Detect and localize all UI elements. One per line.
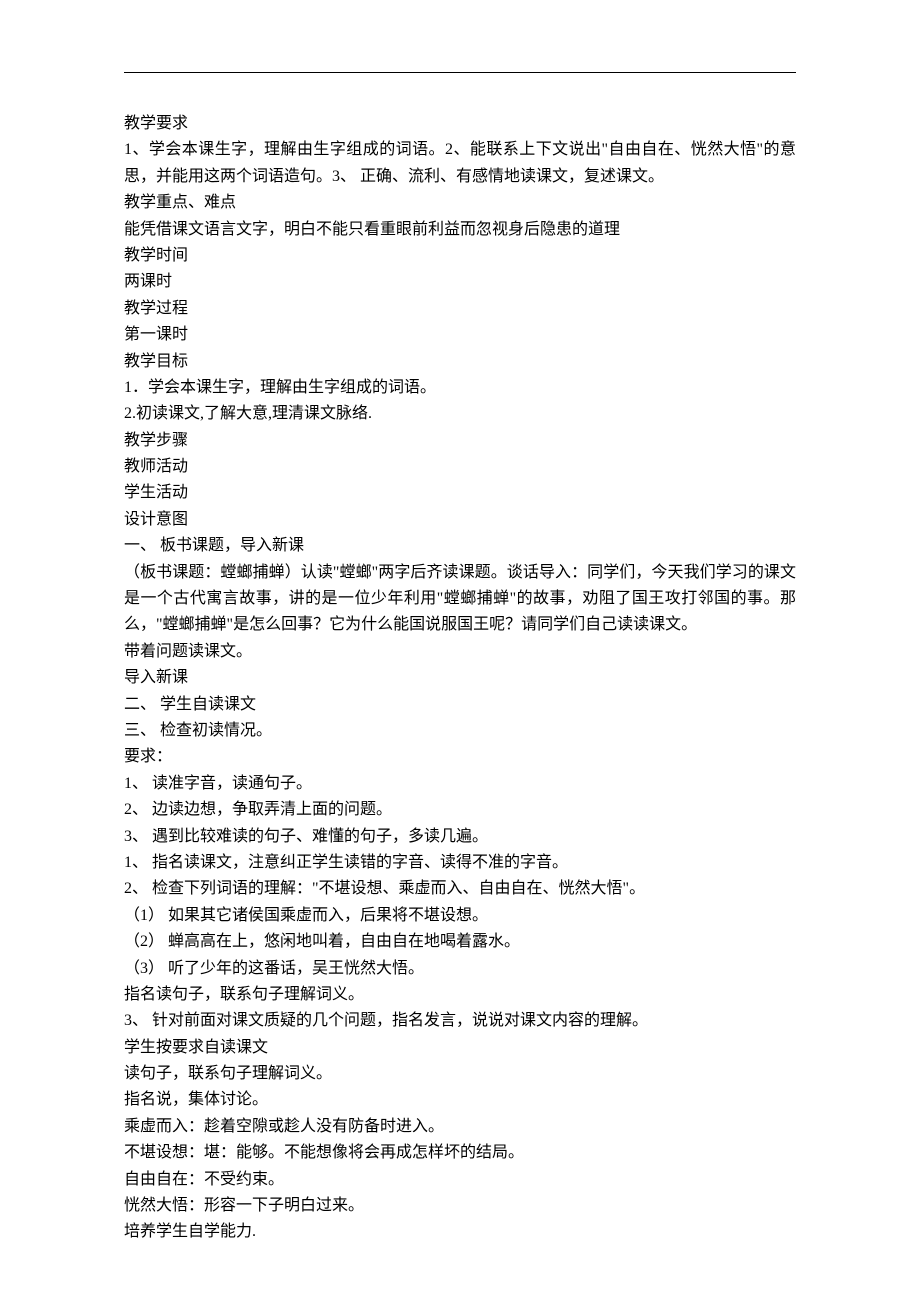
text-line: 3、 遇到比较难读的句子、难懂的句子，多读几遍。 — [124, 824, 796, 850]
text-line: 一、 板书课题，导入新课 — [124, 533, 796, 559]
text-line: 培养学生自学能力. — [124, 1219, 796, 1245]
text-line: 二、 学生自读课文 — [124, 692, 796, 718]
text-line: 恍然大悟：形容一下子明白过来。 — [124, 1193, 796, 1219]
text-line: 3、 针对前面对课文质疑的几个问题，指名发言，说说对课文内容的理解。 — [124, 1008, 796, 1034]
text-line: 教师活动 — [124, 454, 796, 480]
text-line: 指名读句子，联系句子理解词义。 — [124, 982, 796, 1008]
text-line: 三、 检查初读情况。 — [124, 718, 796, 744]
text-line: （板书课题：螳螂捕蝉）认读"螳螂"两字后齐读课题。谈话导入：同学们，今天我们学习… — [124, 560, 796, 639]
text-line: 1、学会本课生字，理解由生字组成的词语。2、能联系上下文说出"自由自在、恍然大悟… — [124, 137, 796, 190]
text-line: 要求： — [124, 744, 796, 770]
text-line: 学生活动 — [124, 480, 796, 506]
text-line: （2） 蝉高高在上，悠闲地叫着，自由自在地喝着露水。 — [124, 929, 796, 955]
text-line: 2、 边读边想，争取弄清上面的问题。 — [124, 797, 796, 823]
text-line: 教学过程 — [124, 296, 796, 322]
text-line: 2.初读课文,了解大意,理清课文脉络. — [124, 401, 796, 427]
text-line: 1．学会本课生字，理解由生字组成的词语。 — [124, 375, 796, 401]
text-line: 不堪设想：堪：能够。不能想像将会再成怎样坏的结局。 — [124, 1140, 796, 1166]
text-line: 第一课时 — [124, 322, 796, 348]
document-body: 教学要求 1、学会本课生字，理解由生字组成的词语。2、能联系上下文说出"自由自在… — [124, 111, 796, 1246]
text-line: （1） 如果其它诸侯国乘虚而入，后果将不堪设想。 — [124, 903, 796, 929]
text-line: 导入新课 — [124, 665, 796, 691]
text-line: 教学重点、难点 — [124, 190, 796, 216]
text-line: 两课时 — [124, 269, 796, 295]
text-line: （3） 听了少年的这番话，吴王恍然大悟。 — [124, 956, 796, 982]
text-line: 1、 读准字音，读通句子。 — [124, 771, 796, 797]
text-line: 读句子，联系句子理解词义。 — [124, 1061, 796, 1087]
text-line: 能凭借课文语言文字，明白不能只看重眼前利益而忽视身后隐患的道理 — [124, 217, 796, 243]
text-line: 乘虚而入：趁着空隙或趁人没有防备时进入。 — [124, 1114, 796, 1140]
text-line: 教学时间 — [124, 243, 796, 269]
text-line: 带着问题读课文。 — [124, 639, 796, 665]
text-line: 设计意图 — [124, 507, 796, 533]
text-line: 指名说，集体讨论。 — [124, 1087, 796, 1113]
horizontal-rule — [124, 72, 796, 73]
text-line: 2、 检查下列词语的理解："不堪设想、乘虚而入、自由自在、恍然大悟"。 — [124, 876, 796, 902]
text-line: 1、 指名读课文，注意纠正学生读错的字音、读得不准的字音。 — [124, 850, 796, 876]
text-line: 教学目标 — [124, 349, 796, 375]
text-line: 教学要求 — [124, 111, 796, 137]
text-line: 学生按要求自读课文 — [124, 1035, 796, 1061]
text-line: 自由自在：不受约束。 — [124, 1167, 796, 1193]
text-line: 教学步骤 — [124, 428, 796, 454]
